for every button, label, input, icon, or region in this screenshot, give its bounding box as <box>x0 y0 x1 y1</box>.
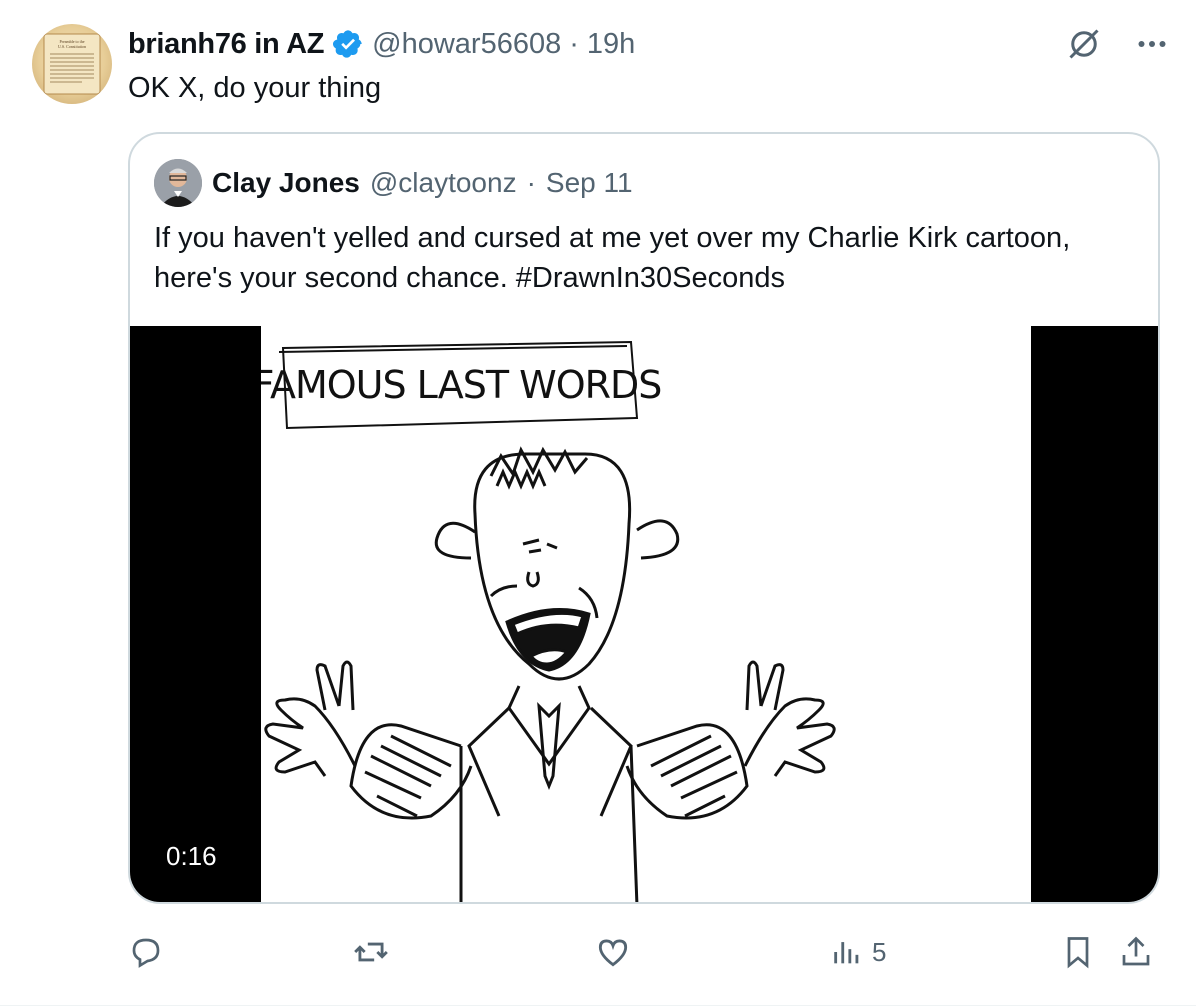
constitution-scroll-avatar: Preamble to the U.S. Constitution <box>43 33 101 95</box>
more-icon[interactable] <box>1132 24 1172 64</box>
quoted-post-time[interactable]: Sep 11 <box>546 167 633 199</box>
share-button[interactable] <box>1118 930 1154 974</box>
post-time[interactable]: 19h <box>587 28 635 61</box>
grok-slash-icon[interactable] <box>1064 24 1104 64</box>
quoted-author-handle[interactable]: @claytoonz <box>370 167 517 199</box>
avatar-subtitle-line: U.S. Constitution <box>58 44 86 49</box>
repost-button[interactable] <box>352 930 390 974</box>
repost-icon <box>354 942 388 962</box>
author-avatar[interactable]: Preamble to the U.S. Constitution <box>32 24 112 104</box>
caption-box-text: FAMOUS LAST WORDS <box>261 363 661 407</box>
video-frame-cartoon[interactable]: FAMOUS LAST WORDS <box>261 326 1033 902</box>
like-button[interactable] <box>594 930 632 974</box>
post-actions-bar: 5 <box>128 930 1168 974</box>
post-header: brianh76 in AZ @howar56608 · 19h <box>128 24 635 64</box>
quoted-author-avatar[interactable] <box>154 159 202 207</box>
like-icon <box>598 939 628 967</box>
video-duration: 0:16 <box>158 837 225 876</box>
letterbox-left <box>130 326 261 902</box>
reply-icon <box>132 938 160 968</box>
quoted-post-text: If you haven't yelled and cursed at me y… <box>154 222 1071 294</box>
views-count: 5 <box>872 936 887 967</box>
views-icon <box>834 942 859 964</box>
author-name[interactable]: brianh76 in AZ <box>128 28 324 61</box>
verified-badge-icon[interactable] <box>332 28 364 60</box>
views-button[interactable]: 5 <box>830 930 886 974</box>
cartoon-drawing: FAMOUS LAST WORDS <box>261 340 836 902</box>
video-player[interactable]: FAMOUS LAST WORDS 0:16 <box>130 326 1158 902</box>
post-top-actions <box>1064 24 1172 64</box>
share-icon <box>1122 936 1150 966</box>
reply-button[interactable] <box>128 930 164 974</box>
separator-dot: · <box>569 27 579 60</box>
quoted-author-name[interactable]: Clay Jones <box>212 167 360 199</box>
quoted-post[interactable]: Clay Jones @claytoonz · Sep 11 If you ha… <box>128 132 1160 904</box>
quoted-post-header: Clay Jones @claytoonz · Sep 11 <box>154 158 633 208</box>
bookmark-icon <box>1067 937 1089 969</box>
author-handle[interactable]: @howar56608 <box>372 28 561 61</box>
letterbox-right <box>1031 326 1158 902</box>
quoted-separator-dot: · <box>526 167 536 198</box>
bookmark-button[interactable] <box>1060 930 1096 974</box>
post-text: OK X, do your thing <box>128 72 382 104</box>
